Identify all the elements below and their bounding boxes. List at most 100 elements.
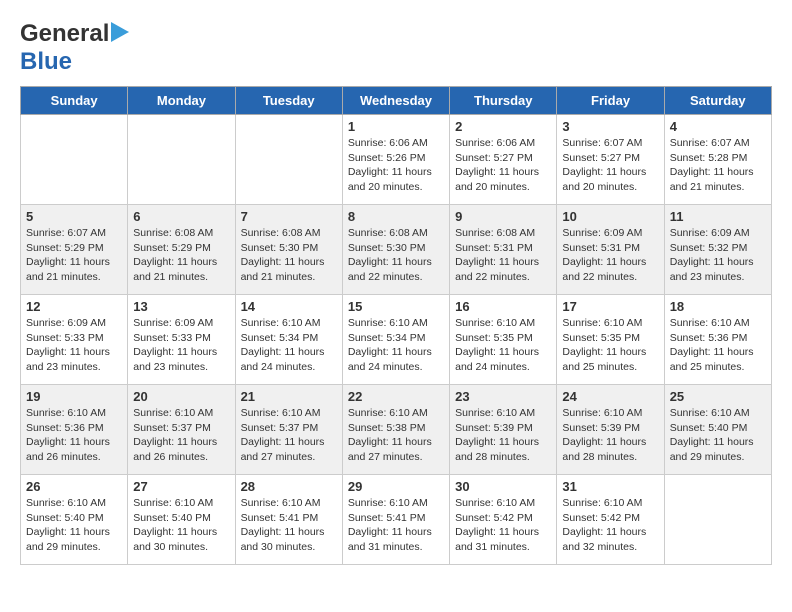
calendar-cell: 27 Sunrise: 6:10 AM Sunset: 5:40 PM Dayli… — [128, 475, 235, 565]
day-number: 28 — [241, 479, 337, 494]
day-info: Sunrise: 6:10 AM Sunset: 5:39 PM Dayligh… — [562, 406, 658, 465]
day-info: Sunrise: 6:08 AM Sunset: 5:29 PM Dayligh… — [133, 226, 229, 285]
logo-general: General — [20, 20, 109, 48]
calendar-cell: 4Sunrise: 6:07 AM Sunset: 5:28 PM Daylig… — [664, 115, 771, 205]
calendar-cell: 8Sunrise: 6:08 AM Sunset: 5:30 PM Daylig… — [342, 205, 449, 295]
logo-arrow-icon — [111, 22, 129, 42]
calendar-cell: 13 Sunrise: 6:09 AM Sunset: 5:33 PM Dayli… — [128, 295, 235, 385]
calendar-cell: 6 Sunrise: 6:08 AM Sunset: 5:29 PM Daylig… — [128, 205, 235, 295]
day-number: 5 — [26, 209, 122, 224]
day-info: Sunrise: 6:10 AM Sunset: 5:37 PM Dayligh… — [133, 406, 229, 465]
calendar-cell: 26Sunrise: 6:10 AM Sunset: 5:40 PM Dayli… — [21, 475, 128, 565]
day-info: Sunrise: 6:07 AM Sunset: 5:29 PM Dayligh… — [26, 226, 122, 285]
day-info: Sunrise: 6:10 AM Sunset: 5:36 PM Dayligh… — [670, 316, 766, 375]
day-info: Sunrise: 6:06 AM Sunset: 5:26 PM Dayligh… — [348, 136, 444, 195]
calendar-cell: 5 Sunrise: 6:07 AM Sunset: 5:29 PM Daylig… — [21, 205, 128, 295]
calendar-cell: 12 Sunrise: 6:09 AM Sunset: 5:33 PM Dayli… — [21, 295, 128, 385]
logo: General Blue — [20, 20, 129, 76]
col-header-tuesday: Tuesday — [235, 87, 342, 115]
day-number: 12 — [26, 299, 122, 314]
calendar-cell: 11 Sunrise: 6:09 AM Sunset: 5:32 PM Dayli… — [664, 205, 771, 295]
day-info: Sunrise: 6:10 AM Sunset: 5:34 PM Dayligh… — [241, 316, 337, 375]
calendar-cell: 24 Sunrise: 6:10 AM Sunset: 5:39 PM Dayli… — [557, 385, 664, 475]
day-number: 30 — [455, 479, 551, 494]
col-header-friday: Friday — [557, 87, 664, 115]
day-number: 11 — [670, 209, 766, 224]
calendar-cell: 1 Sunrise: 6:06 AM Sunset: 5:26 PM Daylig… — [342, 115, 449, 205]
day-info: Sunrise: 6:10 AM Sunset: 5:41 PM Dayligh… — [348, 496, 444, 555]
col-header-wednesday: Wednesday — [342, 87, 449, 115]
day-info: Sunrise: 6:10 AM Sunset: 5:42 PM Dayligh… — [455, 496, 551, 555]
calendar-cell: 23Sunrise: 6:10 AM Sunset: 5:39 PM Dayli… — [450, 385, 557, 475]
day-number: 29 — [348, 479, 444, 494]
day-number: 19 — [26, 389, 122, 404]
calendar-cell: 3 Sunrise: 6:07 AM Sunset: 5:27 PM Daylig… — [557, 115, 664, 205]
day-info: Sunrise: 6:09 AM Sunset: 5:33 PM Dayligh… — [26, 316, 122, 375]
calendar-cell: 21 Sunrise: 6:10 AM Sunset: 5:37 PM Dayli… — [235, 385, 342, 475]
day-info: Sunrise: 6:10 AM Sunset: 5:37 PM Dayligh… — [241, 406, 337, 465]
day-info: Sunrise: 6:07 AM Sunset: 5:27 PM Dayligh… — [562, 136, 658, 195]
day-number: 15 — [348, 299, 444, 314]
day-info: Sunrise: 6:08 AM Sunset: 5:30 PM Dayligh… — [241, 226, 337, 285]
day-info: Sunrise: 6:10 AM Sunset: 5:35 PM Dayligh… — [562, 316, 658, 375]
day-info: Sunrise: 6:10 AM Sunset: 5:42 PM Dayligh… — [562, 496, 658, 555]
calendar-week-row: 12 Sunrise: 6:09 AM Sunset: 5:33 PM Dayli… — [21, 295, 772, 385]
day-info: Sunrise: 6:10 AM Sunset: 5:40 PM Dayligh… — [670, 406, 766, 465]
calendar-cell: 18 Sunrise: 6:10 AM Sunset: 5:36 PM Dayli… — [664, 295, 771, 385]
day-number: 7 — [241, 209, 337, 224]
calendar-cell: 16Sunrise: 6:10 AM Sunset: 5:35 PM Dayli… — [450, 295, 557, 385]
day-info: Sunrise: 6:09 AM Sunset: 5:31 PM Dayligh… — [562, 226, 658, 285]
day-info: Sunrise: 6:07 AM Sunset: 5:28 PM Dayligh… — [670, 136, 766, 195]
day-number: 22 — [348, 389, 444, 404]
calendar-table: SundayMondayTuesdayWednesdayThursdayFrid… — [20, 86, 772, 565]
calendar-cell: 17 Sunrise: 6:10 AM Sunset: 5:35 PM Dayli… — [557, 295, 664, 385]
col-header-sunday: Sunday — [21, 87, 128, 115]
calendar-cell — [664, 475, 771, 565]
calendar-cell — [128, 115, 235, 205]
day-number: 26 — [26, 479, 122, 494]
calendar-cell: 9Sunrise: 6:08 AM Sunset: 5:31 PM Daylig… — [450, 205, 557, 295]
col-header-saturday: Saturday — [664, 87, 771, 115]
calendar-cell: 25Sunrise: 6:10 AM Sunset: 5:40 PM Dayli… — [664, 385, 771, 475]
day-number: 2 — [455, 119, 551, 134]
day-number: 13 — [133, 299, 229, 314]
day-number: 18 — [670, 299, 766, 314]
calendar-cell: 14 Sunrise: 6:10 AM Sunset: 5:34 PM Dayli… — [235, 295, 342, 385]
calendar-cell: 10 Sunrise: 6:09 AM Sunset: 5:31 PM Dayli… — [557, 205, 664, 295]
calendar-cell: 28Sunrise: 6:10 AM Sunset: 5:41 PM Dayli… — [235, 475, 342, 565]
calendar-cell: 30 Sunrise: 6:10 AM Sunset: 5:42 PM Dayli… — [450, 475, 557, 565]
day-info: Sunrise: 6:10 AM Sunset: 5:38 PM Dayligh… — [348, 406, 444, 465]
day-number: 3 — [562, 119, 658, 134]
day-number: 24 — [562, 389, 658, 404]
col-header-monday: Monday — [128, 87, 235, 115]
calendar-week-row: 5 Sunrise: 6:07 AM Sunset: 5:29 PM Daylig… — [21, 205, 772, 295]
day-info: Sunrise: 6:10 AM Sunset: 5:40 PM Dayligh… — [133, 496, 229, 555]
day-number: 14 — [241, 299, 337, 314]
day-info: Sunrise: 6:09 AM Sunset: 5:33 PM Dayligh… — [133, 316, 229, 375]
day-number: 1 — [348, 119, 444, 134]
col-header-thursday: Thursday — [450, 87, 557, 115]
calendar-cell — [21, 115, 128, 205]
day-info: Sunrise: 6:06 AM Sunset: 5:27 PM Dayligh… — [455, 136, 551, 195]
day-number: 31 — [562, 479, 658, 494]
day-number: 21 — [241, 389, 337, 404]
calendar-cell: 29 Sunrise: 6:10 AM Sunset: 5:41 PM Dayli… — [342, 475, 449, 565]
calendar-week-row: 1 Sunrise: 6:06 AM Sunset: 5:26 PM Daylig… — [21, 115, 772, 205]
day-number: 10 — [562, 209, 658, 224]
calendar-week-row: 26 Sunrise: 6:10 AM Sunset: 5:40 PM Dayli… — [21, 475, 772, 565]
day-info: Sunrise: 6:09 AM Sunset: 5:32 PM Dayligh… — [670, 226, 766, 285]
day-number: 17 — [562, 299, 658, 314]
calendar-cell — [235, 115, 342, 205]
calendar-cell: 2 Sunrise: 6:06 AM Sunset: 5:27 PM Daylig… — [450, 115, 557, 205]
day-info: Sunrise: 6:10 AM Sunset: 5:39 PM Dayligh… — [455, 406, 551, 465]
page-header: General Blue — [20, 20, 772, 76]
day-number: 20 — [133, 389, 229, 404]
calendar-cell: 20 Sunrise: 6:10 AM Sunset: 5:37 PM Dayli… — [128, 385, 235, 475]
calendar-cell: 19Sunrise: 6:10 AM Sunset: 5:36 PM Dayli… — [21, 385, 128, 475]
day-number: 6 — [133, 209, 229, 224]
day-number: 8 — [348, 209, 444, 224]
calendar-cell: 7 Sunrise: 6:08 AM Sunset: 5:30 PM Daylig… — [235, 205, 342, 295]
calendar-cell: 22 Sunrise: 6:10 AM Sunset: 5:38 PM Dayli… — [342, 385, 449, 475]
day-number: 9 — [455, 209, 551, 224]
day-number: 27 — [133, 479, 229, 494]
